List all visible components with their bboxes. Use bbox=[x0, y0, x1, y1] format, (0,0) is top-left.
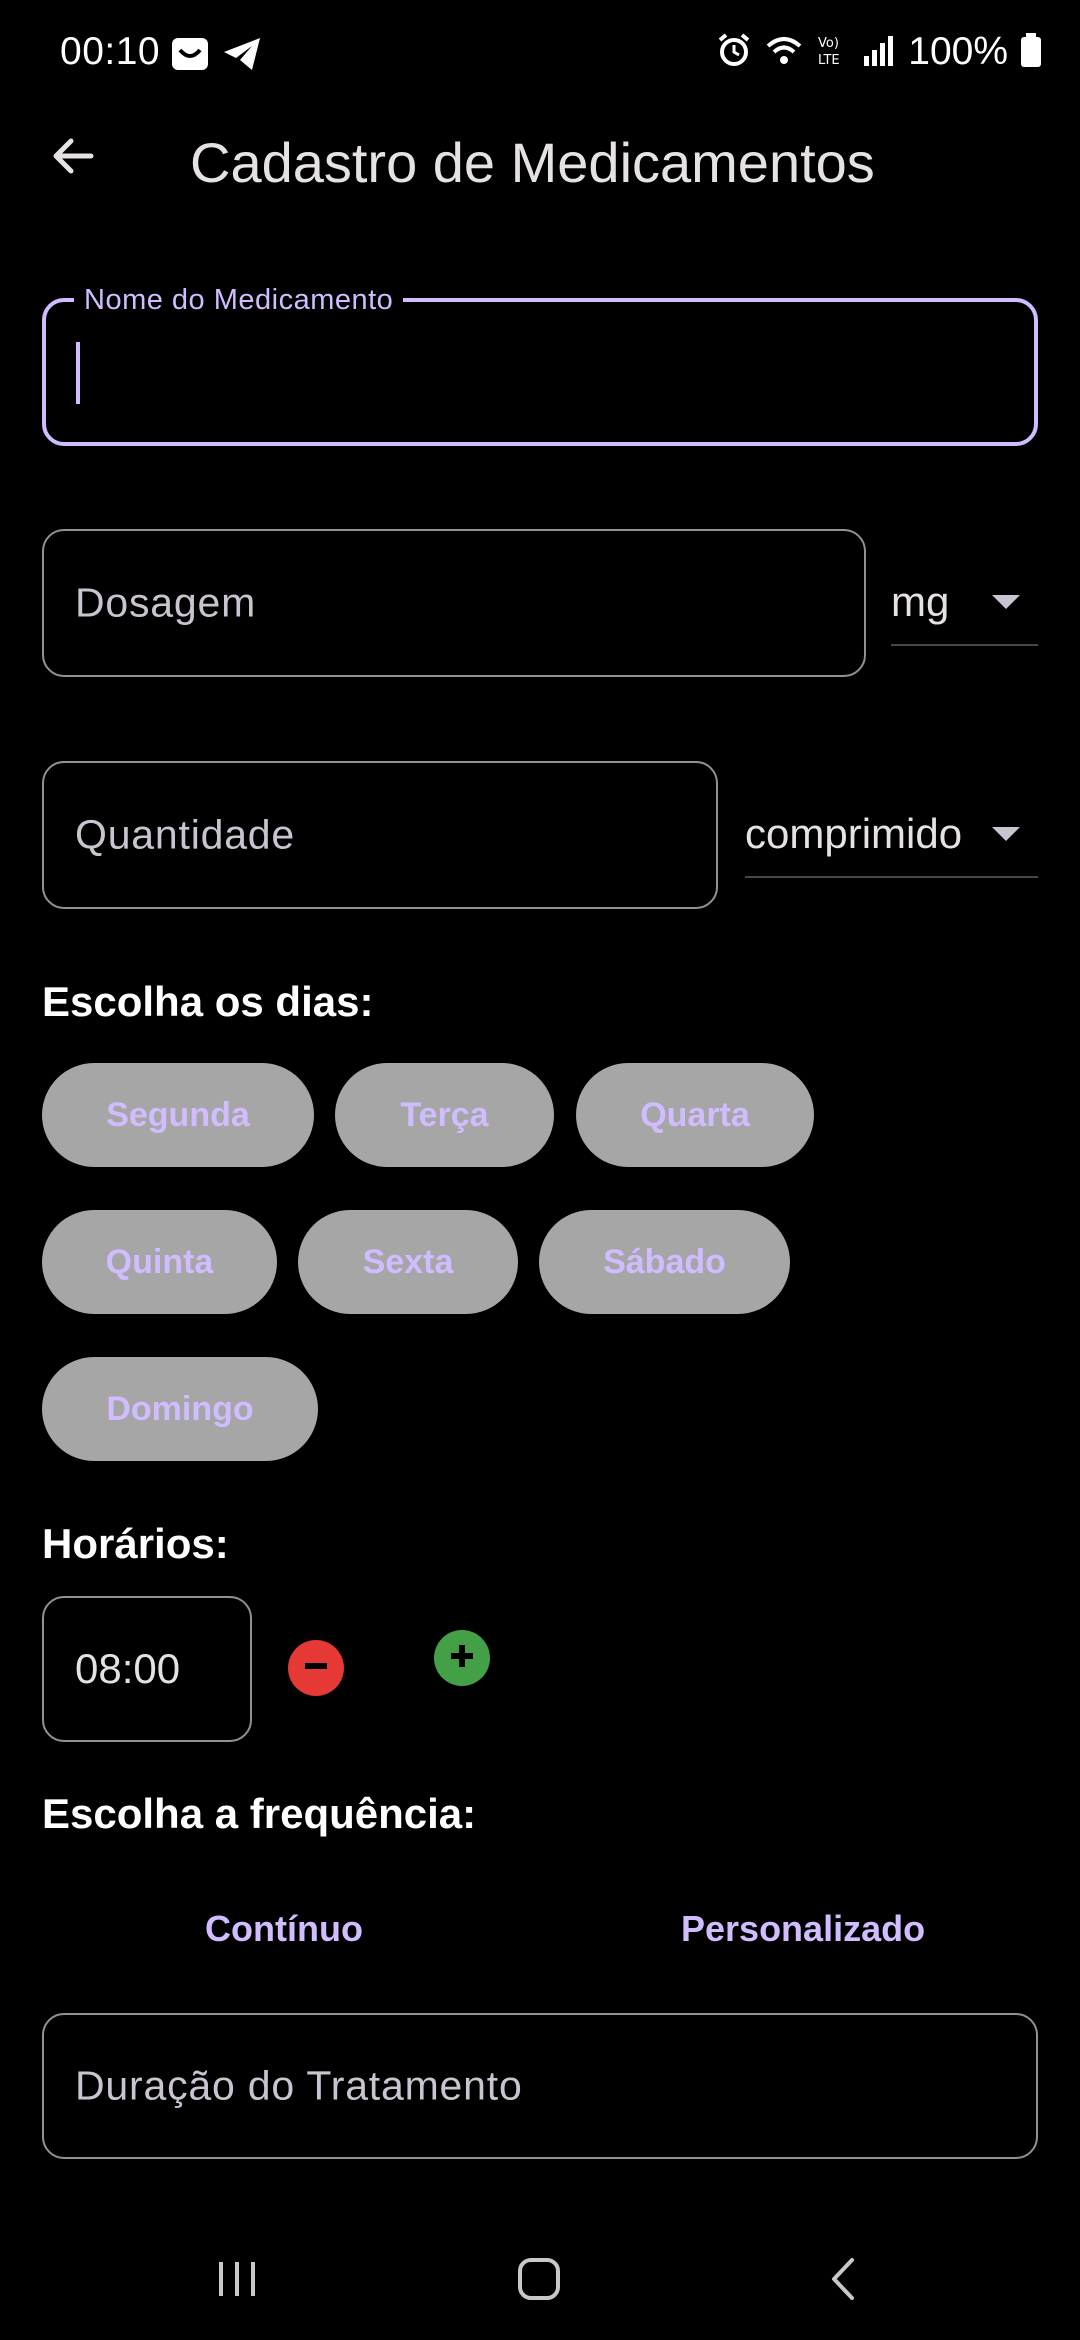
dosage-field[interactable]: Dosagem bbox=[42, 529, 866, 677]
day-chip-sexta[interactable]: Sexta bbox=[298, 1210, 518, 1314]
day-chip-quarta[interactable]: Quarta bbox=[576, 1063, 814, 1167]
notification-icons bbox=[170, 36, 262, 77]
svg-text:Vo): Vo) bbox=[818, 36, 839, 51]
quantity-unit-value: comprimido bbox=[745, 810, 963, 857]
frequency-custom-button[interactable]: Personalizado bbox=[681, 1908, 925, 1950]
medication-name-field[interactable]: Nome do Medicamento bbox=[42, 284, 1038, 446]
dosage-unit-dropdown[interactable]: mg bbox=[891, 560, 1038, 646]
frequency-continuous-button[interactable]: Contínuo bbox=[205, 1908, 363, 1950]
back-button[interactable] bbox=[40, 125, 106, 191]
dropdown-arrow-icon bbox=[992, 827, 1020, 841]
dropdown-arrow-icon bbox=[992, 595, 1020, 609]
dosage-unit-value: mg bbox=[891, 578, 950, 625]
plus-icon bbox=[446, 1640, 478, 1677]
quantity-placeholder: Quantidade bbox=[75, 811, 296, 858]
add-time-button[interactable] bbox=[434, 1630, 490, 1686]
signal-icon bbox=[862, 32, 896, 73]
quantity-unit-dropdown[interactable]: comprimido bbox=[745, 792, 1038, 878]
dosage-placeholder: Dosagem bbox=[75, 579, 257, 626]
telegram-icon bbox=[222, 36, 262, 77]
day-chip-quinta[interactable]: Quinta bbox=[42, 1210, 277, 1314]
page-title: Cadastro de Medicamentos bbox=[190, 131, 875, 194]
remove-time-button[interactable] bbox=[288, 1640, 344, 1696]
frequency-section-title: Escolha a frequência: bbox=[42, 1790, 477, 1837]
status-right: Vo) LTE 100% bbox=[716, 30, 1042, 74]
minus-icon bbox=[300, 1650, 332, 1687]
duration-placeholder: Duração do Tratamento bbox=[75, 2062, 523, 2109]
time-value: 08:00 bbox=[75, 1645, 181, 1692]
status-bar: 00:10 Vo) LTE 100% bbox=[0, 0, 1080, 110]
battery-percent: 100% bbox=[908, 30, 1008, 73]
battery-icon bbox=[1020, 32, 1042, 73]
day-chip-sabado[interactable]: Sábado bbox=[539, 1210, 790, 1314]
treatment-duration-field[interactable]: Duração do Tratamento bbox=[42, 2013, 1038, 2159]
medication-name-label: Nome do Medicamento bbox=[74, 284, 404, 317]
alarm-icon bbox=[716, 32, 752, 73]
wifi-icon bbox=[764, 32, 804, 73]
recent-apps-button[interactable] bbox=[214, 2256, 260, 2307]
back-nav-button[interactable] bbox=[822, 2256, 868, 2307]
system-nav-bar bbox=[0, 2220, 1080, 2340]
svg-text:LTE: LTE bbox=[818, 53, 840, 68]
day-chip-segunda[interactable]: Segunda bbox=[42, 1063, 314, 1167]
times-section-title: Horários: bbox=[42, 1520, 229, 1567]
quantity-field[interactable]: Quantidade bbox=[42, 761, 718, 909]
days-section-title: Escolha os dias: bbox=[42, 978, 374, 1025]
time-field[interactable]: 08:00 bbox=[42, 1596, 252, 1742]
arrow-back-icon bbox=[49, 132, 97, 185]
smile-notification-icon bbox=[170, 36, 210, 77]
day-chip-domingo[interactable]: Domingo bbox=[42, 1357, 318, 1461]
home-button[interactable] bbox=[516, 2256, 562, 2307]
day-chip-terca[interactable]: Terça bbox=[335, 1063, 554, 1167]
status-time: 00:10 bbox=[60, 30, 161, 73]
volte-icon: Vo) LTE bbox=[816, 32, 850, 73]
text-cursor bbox=[76, 342, 80, 404]
